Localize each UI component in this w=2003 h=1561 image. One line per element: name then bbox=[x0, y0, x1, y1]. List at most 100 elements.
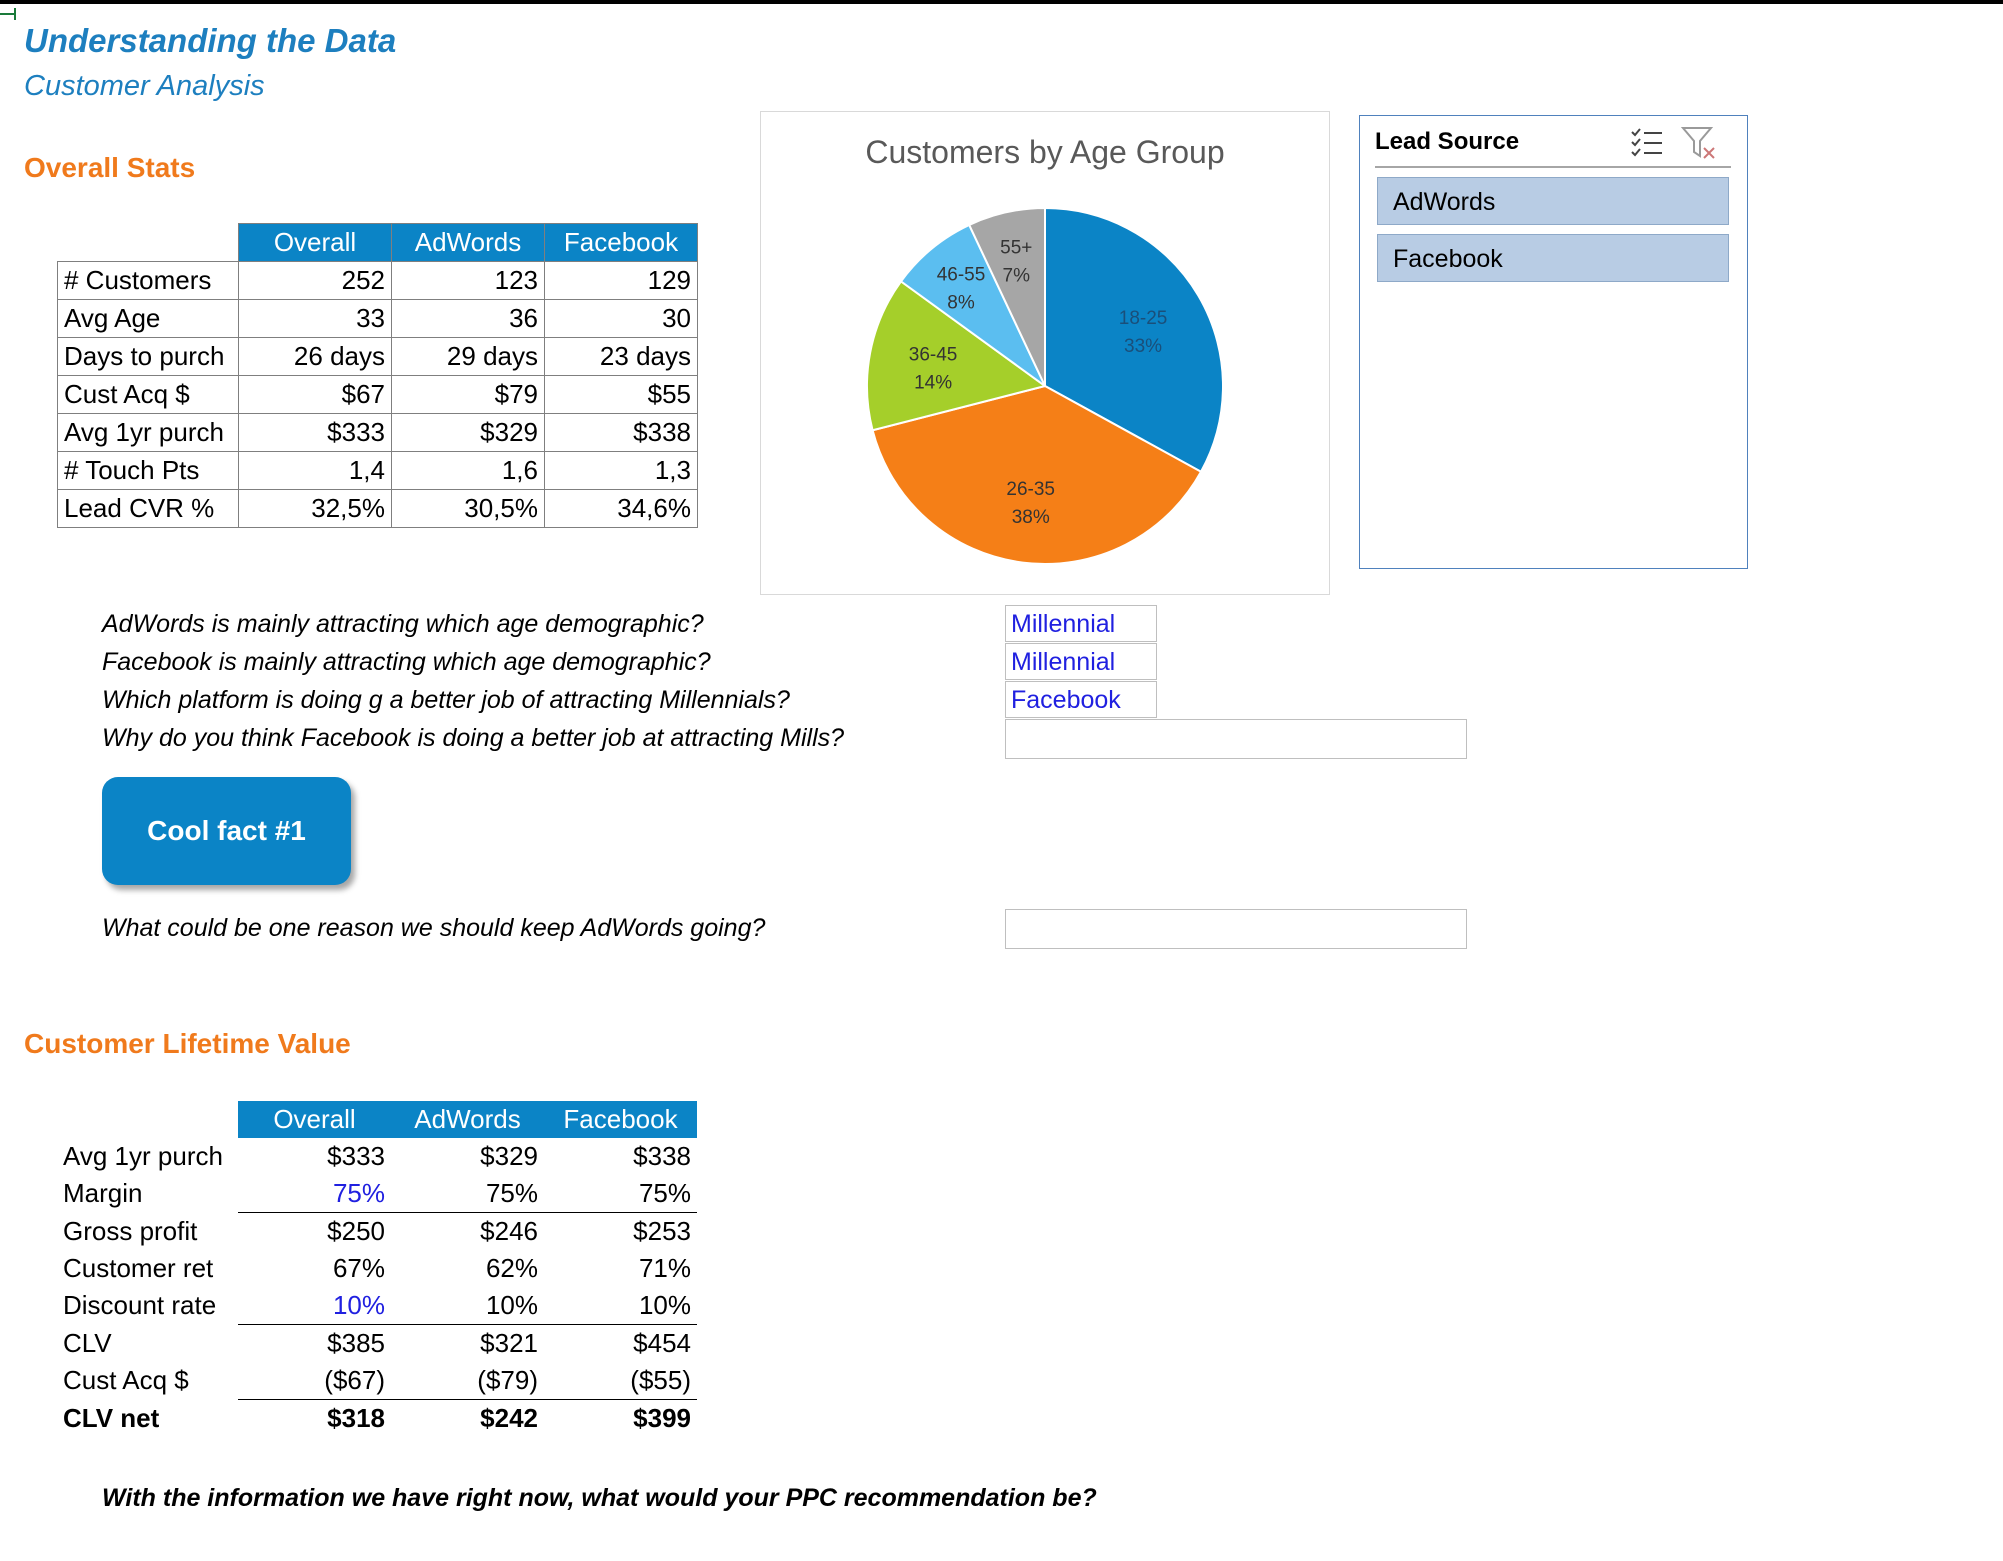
table-cell[interactable]: 10% bbox=[391, 1287, 544, 1325]
table-cell[interactable]: 75% bbox=[544, 1175, 697, 1213]
answer-box-why-facebook[interactable] bbox=[1005, 719, 1467, 759]
input-cell[interactable]: 10% bbox=[238, 1287, 391, 1325]
row-label[interactable]: Days to purch bbox=[57, 337, 239, 376]
lead-source-slicer[interactable]: Lead Source AdWords Facebook bbox=[1359, 115, 1748, 569]
clv-table: Overall AdWords Facebook Avg 1yr purch $… bbox=[57, 1101, 697, 1437]
row-label[interactable]: Avg 1yr purch bbox=[57, 413, 239, 452]
question-facebook-demographic: Facebook is mainly attracting which age … bbox=[102, 648, 711, 676]
clear-filter-icon[interactable] bbox=[1680, 124, 1718, 162]
multi-select-icon[interactable] bbox=[1628, 124, 1666, 162]
table-cell[interactable]: $321 bbox=[391, 1325, 544, 1363]
row-label[interactable]: # Customers bbox=[57, 261, 239, 300]
table-cell[interactable]: 30,5% bbox=[391, 489, 545, 528]
table-cell[interactable]: 1,6 bbox=[391, 451, 545, 490]
table-row: Avg 1yr purch $333 $329 $338 bbox=[57, 1138, 697, 1175]
pie-percent-label: 38% bbox=[1012, 507, 1050, 528]
table-cell[interactable]: 129 bbox=[544, 261, 698, 300]
table-row: Cust Acq $ ($67) ($79) ($55) bbox=[57, 1362, 697, 1400]
row-label[interactable]: Gross profit bbox=[57, 1213, 238, 1251]
table-cell[interactable]: $250 bbox=[238, 1213, 391, 1251]
slicer-item-adwords[interactable]: AdWords bbox=[1377, 177, 1729, 225]
row-label[interactable]: Avg 1yr purch bbox=[57, 1138, 238, 1175]
table-cell[interactable]: 23 days bbox=[544, 337, 698, 376]
table-row-total: CLV net $318 $242 $399 bbox=[57, 1400, 697, 1438]
row-label[interactable]: Lead CVR % bbox=[57, 489, 239, 528]
clv-heading: Customer Lifetime Value bbox=[24, 1028, 351, 1059]
table-cell[interactable]: 34,6% bbox=[544, 489, 698, 528]
pie-chart-canvas: 18-25 33% 26-35 38% 36-45 14% 46-55 8% 55+ 7% bbox=[866, 206, 1224, 565]
table-cell[interactable]: $454 bbox=[544, 1325, 697, 1363]
answer-cell-better-platform[interactable]: Facebook bbox=[1005, 681, 1157, 718]
table-cell[interactable]: $242 bbox=[391, 1400, 544, 1438]
table-cell[interactable]: ($55) bbox=[544, 1362, 697, 1400]
slicer-item-facebook[interactable]: Facebook bbox=[1377, 234, 1729, 282]
table-cell[interactable]: 30 bbox=[544, 299, 698, 338]
row-label[interactable]: Customer ret bbox=[57, 1250, 238, 1287]
table-cell[interactable]: $318 bbox=[238, 1400, 391, 1438]
table-cell[interactable]: 123 bbox=[391, 261, 545, 300]
pie-category-label: 18-25 bbox=[1119, 308, 1168, 329]
table-row: Avg Age 33 36 30 bbox=[57, 299, 698, 338]
column-header[interactable]: Overall bbox=[238, 1101, 391, 1138]
pie-percent-label: 8% bbox=[947, 293, 975, 314]
table-cell[interactable]: 36 bbox=[391, 299, 545, 338]
pie-percent-label: 14% bbox=[914, 373, 952, 394]
row-label[interactable]: # Touch Pts bbox=[57, 451, 239, 490]
table-cell[interactable]: 10% bbox=[544, 1287, 697, 1325]
table-cell[interactable]: ($79) bbox=[391, 1362, 544, 1400]
table-cell[interactable]: 26 days bbox=[238, 337, 392, 376]
table-cell[interactable]: 1,3 bbox=[544, 451, 698, 490]
answer-cell-adwords-demographic[interactable]: Millennial bbox=[1005, 605, 1157, 642]
page-title: Understanding the Data bbox=[24, 22, 397, 59]
overall-stats-table: Overall AdWords Facebook # Customers 252… bbox=[57, 223, 698, 528]
table-cell[interactable]: 33 bbox=[238, 299, 392, 338]
table-cell[interactable]: $67 bbox=[238, 375, 392, 414]
column-header[interactable]: Facebook bbox=[544, 223, 698, 262]
sheet-top-border bbox=[0, 0, 2003, 4]
row-label[interactable]: Cust Acq $ bbox=[57, 1362, 238, 1400]
table-cell[interactable]: 1,4 bbox=[238, 451, 392, 490]
table-cell[interactable]: $338 bbox=[544, 413, 698, 452]
table-cell[interactable]: 71% bbox=[544, 1250, 697, 1287]
row-label[interactable]: Margin bbox=[57, 1175, 238, 1213]
table-row: # Touch Pts 1,4 1,6 1,3 bbox=[57, 451, 698, 490]
column-header[interactable]: Facebook bbox=[544, 1101, 697, 1138]
input-cell[interactable]: 75% bbox=[238, 1175, 391, 1213]
row-label[interactable]: Avg Age bbox=[57, 299, 239, 338]
table-cell[interactable]: $329 bbox=[391, 413, 545, 452]
table-cell[interactable]: ($67) bbox=[238, 1362, 391, 1400]
table-cell[interactable]: $338 bbox=[544, 1138, 697, 1175]
pie-category-label: 55+ bbox=[1000, 237, 1032, 258]
table-cell[interactable]: 32,5% bbox=[238, 489, 392, 528]
table-cell[interactable]: $79 bbox=[391, 375, 545, 414]
table-cell[interactable]: $253 bbox=[544, 1213, 697, 1251]
table-cell[interactable]: $333 bbox=[238, 413, 392, 452]
table-cell[interactable]: $246 bbox=[391, 1213, 544, 1251]
cool-fact-button[interactable]: Cool fact #1 bbox=[102, 777, 351, 885]
table-cell[interactable]: $55 bbox=[544, 375, 698, 414]
table-row: Cust Acq $ $67 $79 $55 bbox=[57, 375, 698, 414]
column-header[interactable]: AdWords bbox=[391, 223, 545, 262]
cell-cursor-marker bbox=[0, 4, 20, 22]
column-header[interactable]: AdWords bbox=[391, 1101, 544, 1138]
table-cell[interactable]: 67% bbox=[238, 1250, 391, 1287]
table-cell[interactable]: 29 days bbox=[391, 337, 545, 376]
question-adwords-demographic: AdWords is mainly attracting which age d… bbox=[102, 610, 704, 638]
table-cell[interactable]: $399 bbox=[544, 1400, 697, 1438]
row-label[interactable]: Discount rate bbox=[57, 1287, 238, 1325]
row-label[interactable]: CLV bbox=[57, 1325, 238, 1363]
column-header[interactable]: Overall bbox=[238, 223, 392, 262]
table-cell[interactable]: $385 bbox=[238, 1325, 391, 1363]
question-better-platform: Which platform is doing g a better job o… bbox=[102, 686, 790, 714]
pie-percent-label: 7% bbox=[1003, 265, 1031, 286]
table-cell[interactable]: 75% bbox=[391, 1175, 544, 1213]
age-group-pie-chart[interactable]: Customers by Age Group 18-25 33% 26-35 38% 3… bbox=[760, 111, 1330, 595]
table-cell[interactable]: 62% bbox=[391, 1250, 544, 1287]
table-cell[interactable]: $329 bbox=[391, 1138, 544, 1175]
table-cell[interactable]: 252 bbox=[238, 261, 392, 300]
row-label[interactable]: CLV net bbox=[57, 1400, 238, 1438]
table-cell[interactable]: $333 bbox=[238, 1138, 391, 1175]
answer-box-keep-adwords[interactable] bbox=[1005, 909, 1467, 949]
answer-cell-facebook-demographic[interactable]: Millennial bbox=[1005, 643, 1157, 680]
row-label[interactable]: Cust Acq $ bbox=[57, 375, 239, 414]
